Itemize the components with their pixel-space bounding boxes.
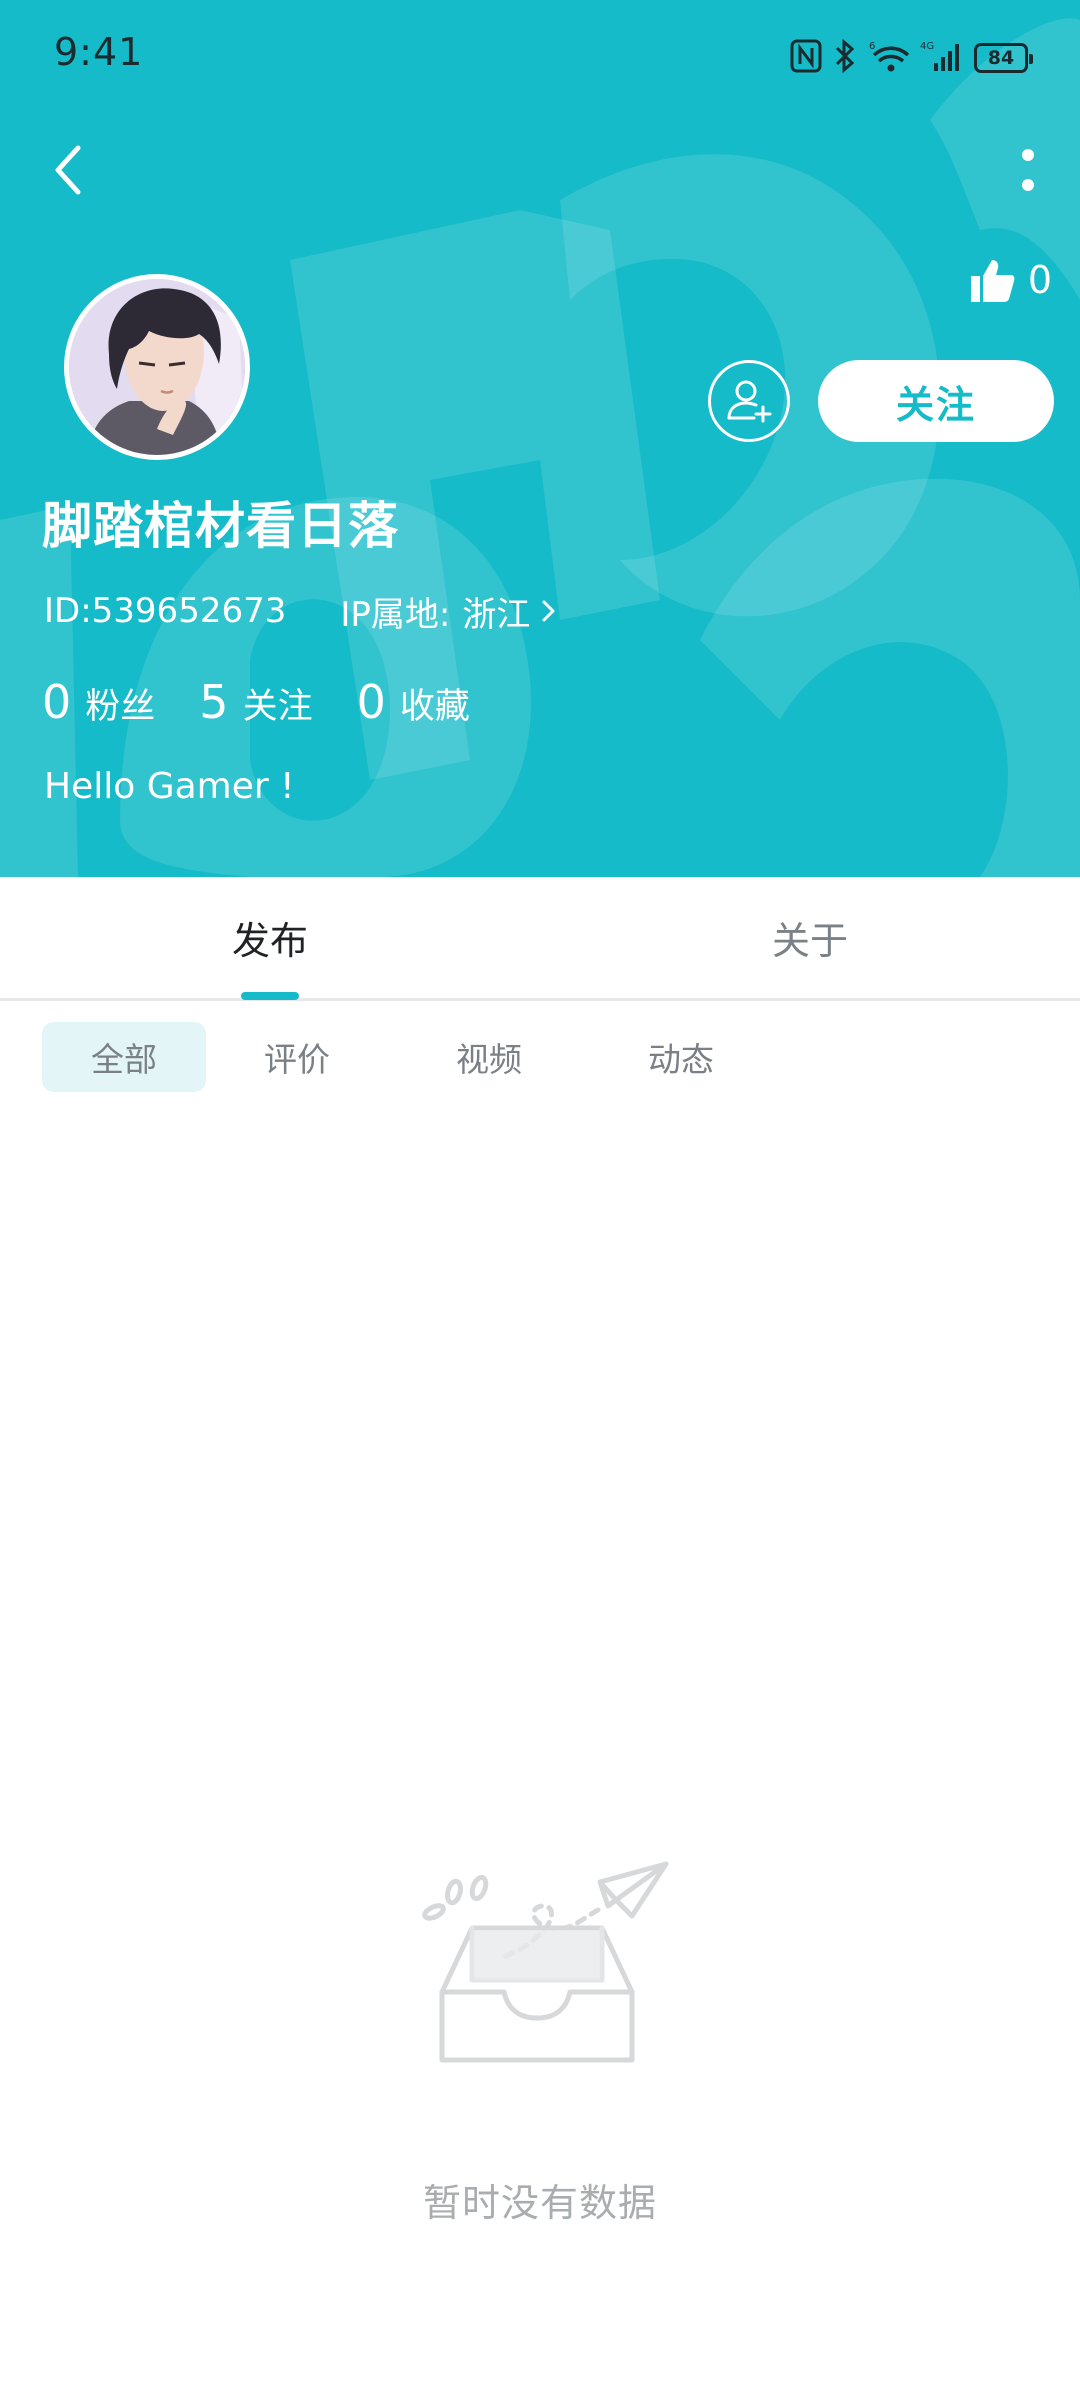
svg-text:6: 6 <box>869 41 875 52</box>
battery-level: 84 <box>987 47 1015 69</box>
filter-videos[interactable]: 视频 <box>414 1022 564 1092</box>
thumbs-up-icon <box>970 260 1015 302</box>
chevron-right-icon <box>540 596 558 626</box>
profile-page: 9:41 6 4G 84 0 关注 脚踏棺材看日落 ID:539652673 I… <box>0 0 1080 2382</box>
avatar[interactable] <box>64 274 250 460</box>
tab-posts[interactable]: 发布 <box>0 877 540 998</box>
stat-label: 收藏 <box>399 687 470 727</box>
profile-tabs: 发布 关于 <box>0 877 1080 1001</box>
more-options-button[interactable] <box>1000 135 1056 205</box>
user-add-icon <box>727 380 772 423</box>
empty-state-text: 暂时没有数据 <box>422 2181 657 2225</box>
stat-fans[interactable]: 0 粉丝 <box>42 675 155 729</box>
status-time: 9:41 <box>54 30 144 74</box>
ip-location[interactable]: IP属地: 浙江 <box>340 587 558 636</box>
stat-label: 关注 <box>242 687 313 727</box>
filter-reviews[interactable]: 评价 <box>222 1022 372 1092</box>
user-id: ID:539652673 <box>44 591 287 631</box>
back-button[interactable] <box>36 132 100 208</box>
stat-number: 0 <box>356 675 386 729</box>
stat-label: 粉丝 <box>85 687 156 727</box>
ip-value: 浙江 <box>462 594 531 635</box>
filter-all[interactable]: 全部 <box>42 1022 206 1092</box>
like-button[interactable]: 0 <box>968 252 1052 308</box>
bluetooth-icon <box>832 38 858 78</box>
tab-about[interactable]: 关于 <box>540 877 1080 998</box>
stats-row: 0 粉丝 5 关注 0 收藏 <box>42 672 514 732</box>
stat-following[interactable]: 5 关注 <box>199 675 312 729</box>
stat-number: 5 <box>199 675 229 729</box>
filter-chips: 全部 评价 视频 动态 <box>42 1022 756 1092</box>
status-icons: 6 4G 84 <box>790 36 1033 80</box>
svg-text:4G: 4G <box>920 41 934 52</box>
status-bar: 9:41 6 4G 84 <box>0 0 1080 115</box>
battery-icon: 84 <box>974 43 1033 73</box>
follow-button[interactable]: 关注 <box>818 360 1054 442</box>
wifi-icon: 6 <box>868 39 910 77</box>
empty-inbox-icon <box>422 1861 669 2063</box>
username: 脚踏棺材看日落 <box>42 497 399 555</box>
4g-signal-icon: 4G <box>920 39 964 77</box>
profile-meta: ID:539652673 IP属地: 浙江 <box>44 586 558 636</box>
add-friend-button[interactable] <box>708 360 790 442</box>
filter-moments[interactable]: 动态 <box>606 1022 756 1092</box>
nfc-icon <box>790 39 822 77</box>
ip-label: IP属地: <box>340 594 451 635</box>
bio: Hello Gamer ! <box>44 766 295 807</box>
profile-header: 9:41 6 4G 84 0 关注 脚踏棺材看日落 ID:539652673 I… <box>0 0 1080 877</box>
like-count: 0 <box>1027 258 1052 302</box>
avatar-image <box>69 279 245 455</box>
chevron-left-icon <box>55 145 81 195</box>
stat-number: 0 <box>42 675 72 729</box>
active-tab-indicator <box>241 992 299 1000</box>
more-vertical-icon <box>1022 149 1034 191</box>
stat-favorites[interactable]: 0 收藏 <box>357 675 470 729</box>
